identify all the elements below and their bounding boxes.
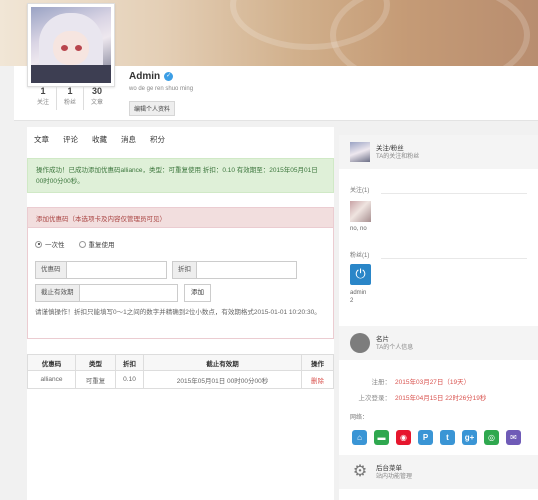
- social-links: ⌂ ▬ ◉ P t g+ ◎ ✉: [352, 430, 521, 445]
- cell-discount: 0.10: [115, 370, 144, 389]
- username: Admin ✓: [129, 71, 174, 82]
- col-type: 类型: [75, 354, 116, 371]
- expiry-input[interactable]: [79, 284, 178, 302]
- sidebar: 关注/粉丝 TA的关注和粉丝 关注(1) no, no 粉丝(1) ⏻ admi…: [339, 135, 538, 500]
- avatar[interactable]: [27, 3, 115, 87]
- verified-icon: ✓: [164, 72, 174, 81]
- tab-favorites[interactable]: 收藏: [85, 134, 114, 145]
- registered-row: 注册： 2015年03月27日（19天）: [339, 376, 538, 386]
- followers-label: 粉丝(1): [350, 253, 370, 259]
- twitter-icon[interactable]: t: [440, 430, 455, 445]
- coupon-code-label: 优惠码: [35, 261, 67, 279]
- follow-section-header: 关注/粉丝 TA的关注和粉丝: [339, 135, 538, 169]
- divider: [381, 193, 527, 194]
- globe-icon: [350, 333, 370, 353]
- wechat-icon[interactable]: ◎: [484, 430, 499, 445]
- website-label: 网络：: [350, 415, 369, 421]
- stat-articles[interactable]: 30 文章: [84, 86, 110, 110]
- follow-subtitle: TA的关注和粉丝: [376, 154, 420, 160]
- wechat-moments-icon[interactable]: ▬: [374, 430, 389, 445]
- following-label: 关注(1): [350, 188, 370, 194]
- gears-icon: ⚙: [352, 463, 368, 480]
- last-login-value: 2015年04月15日 22时26分19秒: [395, 395, 487, 402]
- last-login-key: 上次登录：: [358, 395, 392, 402]
- coupon-table: 优惠码 类型 折扣 截止有效期 操作 alliance 可重复 0.10 201…: [27, 354, 334, 389]
- stat-label: 关注: [36, 100, 49, 106]
- registered-value: 2015年03月27日（19天）: [395, 379, 471, 386]
- table-row: alliance 可重复 0.10 2015年05月01日 00时00分00秒 …: [27, 370, 334, 389]
- delete-coupon-link[interactable]: 删除: [311, 378, 324, 385]
- radio-once[interactable]: 一次性: [35, 239, 65, 249]
- cell-code: alliance: [27, 370, 76, 389]
- radio-once-label: 一次性: [45, 242, 65, 249]
- user-avatar-icon: [350, 142, 370, 162]
- stat-following[interactable]: 1 关注: [30, 86, 57, 110]
- avatar-image: [31, 7, 111, 83]
- col-discount: 折扣: [115, 354, 144, 371]
- add-coupon-button[interactable]: 添加: [184, 284, 211, 302]
- registered-key: 注册：: [371, 379, 392, 386]
- radio-unselected-icon[interactable]: [78, 240, 86, 248]
- radio-selected-icon[interactable]: [35, 240, 42, 248]
- home-icon[interactable]: ⌂: [352, 430, 367, 445]
- weibo-icon[interactable]: ◉: [396, 430, 411, 445]
- tab-points[interactable]: 积分: [143, 134, 172, 145]
- stat-number: 30: [91, 86, 102, 96]
- admin-menu-header[interactable]: ⚙ 后台菜单 站内功能管理: [339, 455, 538, 489]
- tab-messages[interactable]: 消息: [114, 134, 143, 145]
- table-header-row: 优惠码 类型 折扣 截止有效期 操作: [27, 354, 334, 371]
- banner-decoration: [330, 0, 530, 66]
- content-tabs: 文章 评论 收藏 消息 积分: [27, 134, 172, 145]
- stat-followers[interactable]: 1 粉丝: [57, 86, 84, 110]
- card-section-header: 名片 TA的个人信息: [339, 326, 538, 360]
- following-avatar[interactable]: [350, 201, 371, 222]
- col-code: 优惠码: [27, 354, 76, 371]
- stat-label: 文章: [90, 100, 103, 106]
- radio-repeat-label: 重复使用: [88, 242, 115, 249]
- admin-menu-subtitle: 站内功能管理: [376, 474, 413, 480]
- expiry-group: 截止有效期: [35, 284, 178, 302]
- username-text: Admin: [129, 71, 161, 82]
- following-name[interactable]: no, no: [350, 226, 367, 232]
- profile-stats: 1 关注 1 粉丝 30 文章: [30, 86, 110, 110]
- google-plus-icon[interactable]: g+: [462, 430, 477, 445]
- discount-input[interactable]: [197, 261, 297, 279]
- col-expiry: 截止有效期: [143, 354, 302, 371]
- followers-name[interactable]: admin: [350, 290, 366, 296]
- tab-articles[interactable]: 文章: [27, 134, 56, 145]
- main-content: 文章 评论 收藏 消息 积分 操作成功！已成功添加优惠码alliance，类型：…: [27, 127, 334, 500]
- radio-repeat[interactable]: 重复使用: [78, 239, 115, 249]
- panel-title: 添加优惠码（本选项卡及内容仅管理员可见）: [28, 208, 333, 228]
- discount-label: 折扣: [172, 261, 197, 279]
- coupon-help-text: 请谨慎操作！折扣只能填写0～1之间的数字并精确到2位小数点，有效期格式2015-…: [35, 309, 321, 316]
- success-alert: 操作成功！已成功添加优惠码alliance，类型：可重复使用 折扣：0.10 有…: [27, 158, 334, 193]
- discount-group: 折扣: [172, 261, 297, 279]
- divider: [381, 258, 527, 259]
- cell-type: 可重复: [75, 370, 116, 389]
- tab-comments[interactable]: 评论: [56, 134, 85, 145]
- email-icon[interactable]: ✉: [506, 430, 521, 445]
- coupon-code-input[interactable]: [66, 261, 167, 279]
- followers-count: 2: [350, 298, 354, 304]
- card-subtitle: TA的个人信息: [376, 345, 414, 351]
- pinterest-icon[interactable]: P: [418, 430, 433, 445]
- cell-expiry: 2015年05月01日 00时00分00秒: [143, 370, 302, 389]
- user-motto: wo de ge ren shuo ming: [129, 86, 194, 92]
- col-action: 操作: [301, 354, 334, 371]
- power-icon[interactable]: ⏻: [350, 264, 371, 285]
- edit-profile-button[interactable]: 编辑个人资料: [129, 101, 176, 116]
- stat-number: 1: [67, 86, 73, 96]
- coupon-type-radios: 一次性 重复使用: [35, 239, 115, 249]
- expiry-label: 截止有效期: [35, 284, 80, 302]
- last-login-row: 上次登录： 2015年04月15日 22时26分19秒: [339, 392, 538, 402]
- stat-number: 1: [40, 86, 46, 96]
- stat-label: 粉丝: [63, 100, 76, 106]
- coupon-code-group: 优惠码: [35, 261, 167, 279]
